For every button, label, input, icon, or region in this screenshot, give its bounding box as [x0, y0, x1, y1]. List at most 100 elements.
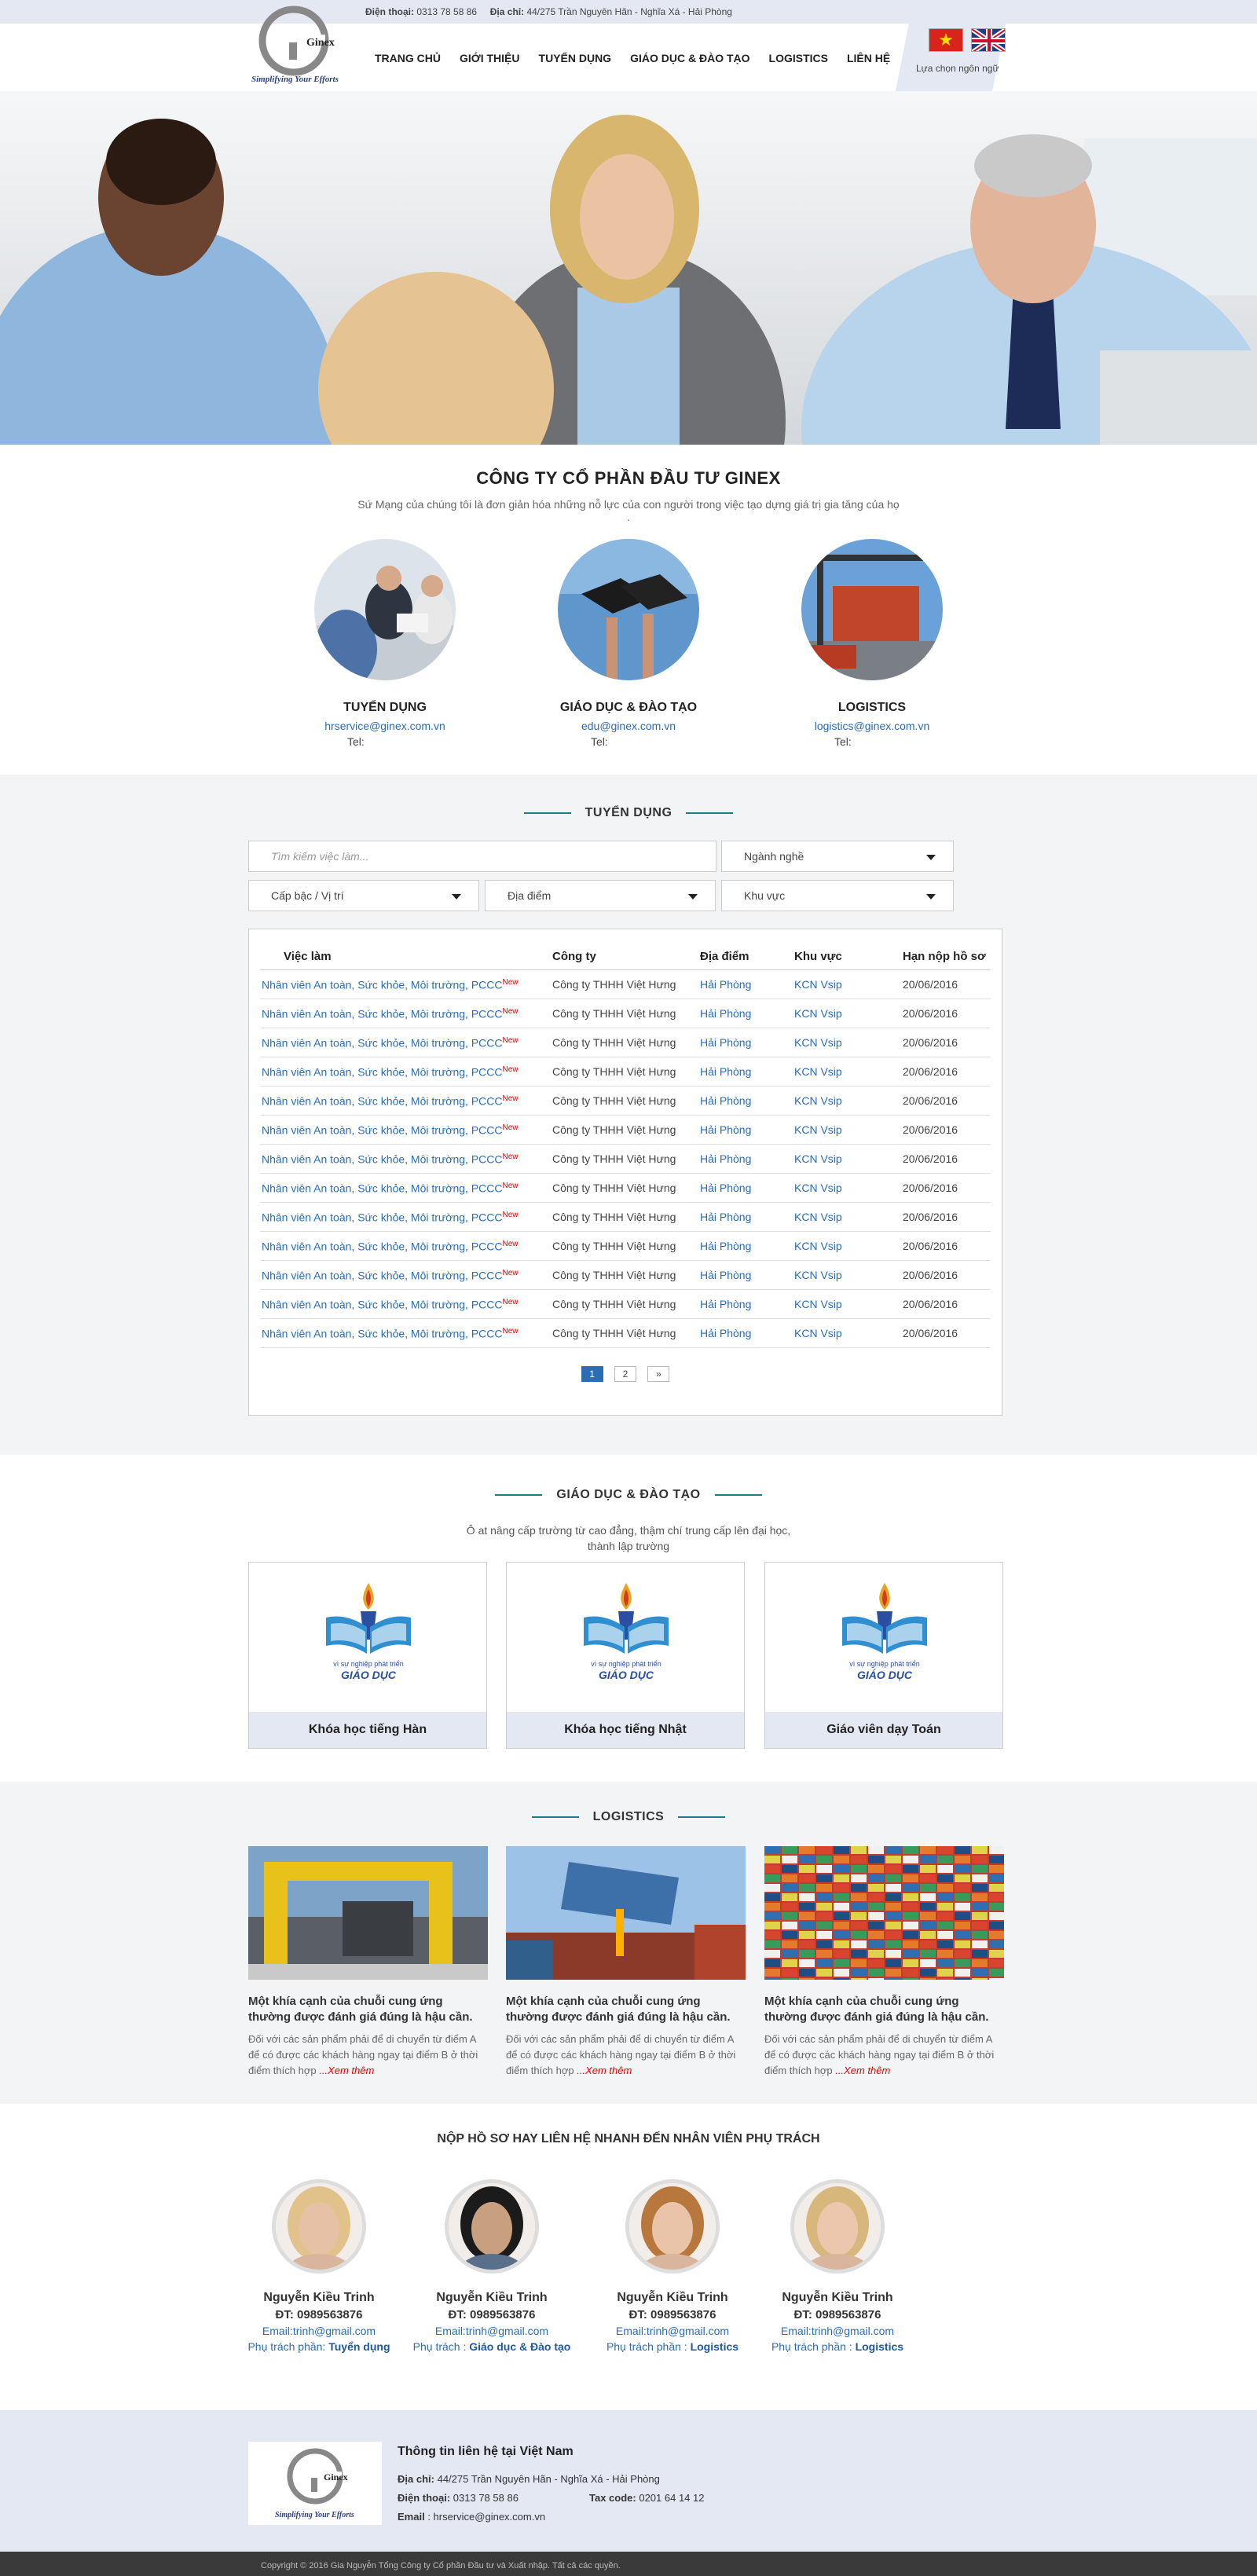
area-cell[interactable]: KCN Vsip — [794, 1173, 903, 1203]
uk-flag-icon[interactable] — [971, 28, 1006, 52]
job-title-link[interactable]: Nhân viên An toàn, Sức khỏe, Môi trường,… — [260, 1318, 552, 1348]
top-address: 44/275 Trần Nguyên Hãn - Nghĩa Xá - Hải … — [526, 6, 732, 17]
contact-phone: ĐT: 0989563876 — [275, 2308, 363, 2321]
job-title-link[interactable]: Nhân viên An toàn, Sức khỏe, Môi trường,… — [260, 1144, 552, 1174]
logistics-card[interactable]: Một khía cạnh của chuỗi cung ứng thường … — [506, 1846, 746, 2079]
location-cell[interactable]: Hải Phòng — [700, 999, 794, 1028]
job-title-link[interactable]: Nhân viên An toàn, Sức khỏe, Môi trường,… — [260, 1202, 552, 1232]
area-cell[interactable]: KCN Vsip — [794, 1318, 903, 1348]
read-more-link[interactable]: ...Xem thêm — [577, 2065, 632, 2076]
location-cell[interactable]: Hải Phòng — [700, 1086, 794, 1116]
location-cell[interactable]: Hải Phòng — [700, 1289, 794, 1319]
table-row[interactable]: Nhân viên An toàn, Sức khỏe, Môi trường,… — [260, 999, 991, 1028]
service-email[interactable]: hrservice@ginex.com.vn — [299, 720, 471, 732]
industry-select[interactable]: Ngành nghề — [721, 841, 954, 872]
location-cell[interactable]: Hải Phòng — [700, 1318, 794, 1348]
job-title-link[interactable]: Nhân viên An toàn, Sức khỏe, Môi trường,… — [260, 1086, 552, 1116]
table-row[interactable]: Nhân viên An toàn, Sức khỏe, Môi trường,… — [260, 1289, 991, 1319]
area-select[interactable]: Khu vực — [721, 880, 954, 911]
table-row[interactable]: Nhân viên An toàn, Sức khỏe, Môi trường,… — [260, 1231, 991, 1261]
table-row[interactable]: Nhân viên An toàn, Sức khỏe, Môi trường,… — [260, 969, 991, 999]
next-page-button[interactable]: » — [647, 1366, 670, 1382]
job-search-input[interactable]: Tìm kiếm việc làm... — [248, 841, 716, 872]
table-row[interactable]: Nhân viên An toàn, Sức khỏe, Môi trường,… — [260, 1115, 991, 1145]
location-cell[interactable]: Hải Phòng — [700, 1173, 794, 1203]
area-cell[interactable]: KCN Vsip — [794, 969, 903, 999]
job-title-link[interactable]: Nhân viên An toàn, Sức khỏe, Môi trường,… — [260, 969, 552, 999]
area-cell[interactable]: KCN Vsip — [794, 1202, 903, 1232]
service-email[interactable]: edu@ginex.com.vn — [542, 720, 715, 732]
nav-contact[interactable]: LIÊN HỆ — [837, 52, 900, 64]
contact-email[interactable]: Email:trinh@gmail.com — [578, 2325, 767, 2337]
contact-card: Nguyễn Kiều Trinh ĐT: 0989563876 Email:t… — [743, 2179, 932, 2353]
read-more-link[interactable]: ...Xem thêm — [319, 2065, 374, 2076]
nav-about[interactable]: GIỚI THIỆU — [450, 52, 530, 64]
course-card[interactable]: vì sự nghiệp phát triển GIÁO DỤC Khóa họ… — [248, 1562, 487, 1749]
table-row[interactable]: Nhân viên An toàn, Sức khỏe, Môi trường,… — [260, 1028, 991, 1057]
logistics-card[interactable]: Một khía cạnh của chuỗi cung ứng thường … — [764, 1846, 1004, 2079]
course-name[interactable]: Khóa học tiếng Nhật — [507, 1712, 744, 1748]
table-row[interactable]: Nhân viên An toàn, Sức khỏe, Môi trường,… — [260, 1318, 991, 1348]
area-cell[interactable]: KCN Vsip — [794, 1231, 903, 1261]
area-cell[interactable]: KCN Vsip — [794, 1260, 903, 1290]
table-row[interactable]: Nhân viên An toàn, Sức khỏe, Môi trường,… — [260, 1086, 991, 1116]
job-title-link[interactable]: Nhân viên An toàn, Sức khỏe, Môi trường,… — [260, 1173, 552, 1203]
area-cell[interactable]: KCN Vsip — [794, 1057, 903, 1086]
nav-logistics[interactable]: LOGISTICS — [760, 52, 837, 64]
job-title-link[interactable]: Nhân viên An toàn, Sức khỏe, Môi trường,… — [260, 1289, 552, 1319]
service-education[interactable]: GIÁO DỤC & ĐÀO TẠO edu@ginex.com.vn Tel: — [542, 539, 715, 748]
logistics-heading[interactable]: Một khía cạnh của chuỗi cung ứng thường … — [248, 1994, 488, 2025]
location-cell[interactable]: Hải Phòng — [700, 1144, 794, 1174]
location-cell[interactable]: Hải Phòng — [700, 1028, 794, 1057]
job-title-link[interactable]: Nhân viên An toàn, Sức khỏe, Môi trường,… — [260, 999, 552, 1028]
location-cell[interactable]: Hải Phòng — [700, 1115, 794, 1145]
job-title-link[interactable]: Nhân viên An toàn, Sức khỏe, Môi trường,… — [260, 1260, 552, 1290]
area-cell[interactable]: KCN Vsip — [794, 1028, 903, 1057]
footer-logo[interactable]: Ginex Simplifying Your Efforts — [248, 2442, 382, 2525]
logistics-card[interactable]: Một khía cạnh của chuỗi cung ứng thường … — [248, 1846, 488, 2079]
site-logo[interactable]: Ginex Simplifying Your Efforts — [248, 5, 347, 86]
area-cell[interactable]: KCN Vsip — [794, 1144, 903, 1174]
service-logistics[interactable]: LOGISTICS logistics@ginex.com.vn Tel: — [786, 539, 958, 748]
nav-education[interactable]: GIÁO DỤC & ĐÀO TẠO — [621, 52, 759, 64]
vietnam-flag-icon[interactable]: ★ — [929, 28, 963, 52]
contact-email[interactable]: Email:trinh@gmail.com — [225, 2325, 413, 2337]
course-name[interactable]: Khóa học tiếng Hàn — [249, 1712, 486, 1748]
page-2-button[interactable]: 2 — [614, 1366, 636, 1382]
service-email[interactable]: logistics@ginex.com.vn — [786, 720, 958, 732]
location-cell[interactable]: Hải Phòng — [700, 1260, 794, 1290]
table-row[interactable]: Nhân viên An toàn, Sức khỏe, Môi trường,… — [260, 1260, 991, 1290]
table-row[interactable]: Nhân viên An toàn, Sức khỏe, Môi trường,… — [260, 1144, 991, 1174]
course-name[interactable]: Giáo viên dạy Toán — [765, 1712, 1002, 1748]
level-select[interactable]: Cấp bậc / Vị trí — [248, 880, 479, 911]
nav-recruitment[interactable]: TUYỂN DỤNG — [530, 52, 621, 64]
course-card[interactable]: vì sự nghiệp phát triển GIÁO DỤC Giáo vi… — [764, 1562, 1003, 1749]
area-cell[interactable]: KCN Vsip — [794, 1289, 903, 1319]
contact-email[interactable]: Email:trinh@gmail.com — [743, 2325, 932, 2337]
company-cell: Công ty THHH Việt Hưng — [552, 1260, 700, 1290]
new-badge: New — [502, 1268, 519, 1277]
location-cell[interactable]: Hải Phòng — [700, 969, 794, 999]
area-cell[interactable]: KCN Vsip — [794, 1086, 903, 1116]
contact-email[interactable]: Email:trinh@gmail.com — [398, 2325, 586, 2337]
job-title-link[interactable]: Nhân viên An toàn, Sức khỏe, Môi trường,… — [260, 1057, 552, 1086]
service-recruitment[interactable]: TUYỂN DỤNG hrservice@ginex.com.vn Tel: — [299, 539, 471, 748]
course-card[interactable]: vì sự nghiệp phát triển GIÁO DỤC Khóa họ… — [506, 1562, 745, 1749]
table-row[interactable]: Nhân viên An toàn, Sức khỏe, Môi trường,… — [260, 1173, 991, 1203]
location-cell[interactable]: Hải Phòng — [700, 1231, 794, 1261]
location-cell[interactable]: Hải Phòng — [700, 1057, 794, 1086]
read-more-link[interactable]: ...Xem thêm — [835, 2065, 890, 2076]
area-cell[interactable]: KCN Vsip — [794, 1115, 903, 1145]
job-title-link[interactable]: Nhân viên An toàn, Sức khỏe, Môi trường,… — [260, 1115, 552, 1145]
page-1-button[interactable]: 1 — [581, 1366, 603, 1382]
logistics-heading[interactable]: Một khía cạnh của chuỗi cung ứng thường … — [764, 1994, 1004, 2025]
nav-home[interactable]: TRANG CHỦ — [365, 52, 450, 64]
table-row[interactable]: Nhân viên An toàn, Sức khỏe, Môi trường,… — [260, 1202, 991, 1232]
area-cell[interactable]: KCN Vsip — [794, 999, 903, 1028]
table-row[interactable]: Nhân viên An toàn, Sức khỏe, Môi trường,… — [260, 1057, 991, 1086]
job-title-link[interactable]: Nhân viên An toàn, Sức khỏe, Môi trường,… — [260, 1231, 552, 1261]
location-cell[interactable]: Hải Phòng — [700, 1202, 794, 1232]
job-title-link[interactable]: Nhân viên An toàn, Sức khỏe, Môi trường,… — [260, 1028, 552, 1057]
logistics-heading[interactable]: Một khía cạnh của chuỗi cung ứng thường … — [506, 1994, 746, 2025]
location-select[interactable]: Địa điểm — [485, 880, 716, 911]
